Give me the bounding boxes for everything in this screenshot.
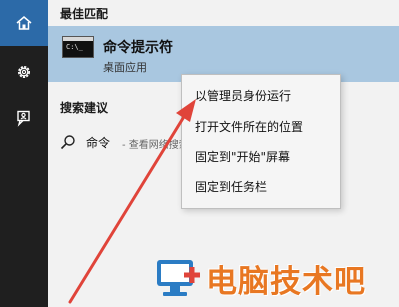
feedback-icon bbox=[17, 110, 30, 127]
home-icon bbox=[16, 16, 32, 30]
watermark: 电脑技术吧 bbox=[154, 255, 396, 303]
home-button[interactable] bbox=[0, 0, 48, 46]
best-match-heading: 最佳匹配 bbox=[60, 7, 109, 21]
cmd-icon-prompt: C:\_ bbox=[66, 43, 83, 51]
watermark-text: 电脑技术吧 bbox=[206, 264, 366, 300]
feedback-button[interactable] bbox=[0, 96, 48, 140]
computer-logo-icon bbox=[157, 260, 200, 296]
menu-pin-to-start[interactable]: 固定到"开始"屏幕 bbox=[182, 143, 340, 171]
start-rail bbox=[0, 0, 48, 307]
cmd-icon: C:\_ bbox=[62, 36, 94, 58]
gear-icon bbox=[18, 66, 30, 78]
settings-button[interactable] bbox=[0, 50, 48, 94]
app-name: 命令提示符 bbox=[103, 40, 173, 56]
cmd-icon-titlebar bbox=[63, 37, 93, 41]
menu-open-file-location[interactable]: 打开文件所在的位置 bbox=[182, 113, 340, 141]
app-type: 桌面应用 bbox=[103, 61, 147, 74]
context-menu: 以管理员身份运行 打开文件所在的位置 固定到"开始"屏幕 固定到任务栏 bbox=[181, 74, 341, 209]
menu-run-as-admin[interactable]: 以管理员身份运行 bbox=[182, 82, 340, 110]
menu-pin-to-taskbar[interactable]: 固定到任务栏 bbox=[182, 173, 340, 201]
suggestion-text: 命令 bbox=[86, 136, 111, 150]
search-icon bbox=[60, 135, 75, 150]
suggestions-heading: 搜索建议 bbox=[60, 101, 109, 115]
